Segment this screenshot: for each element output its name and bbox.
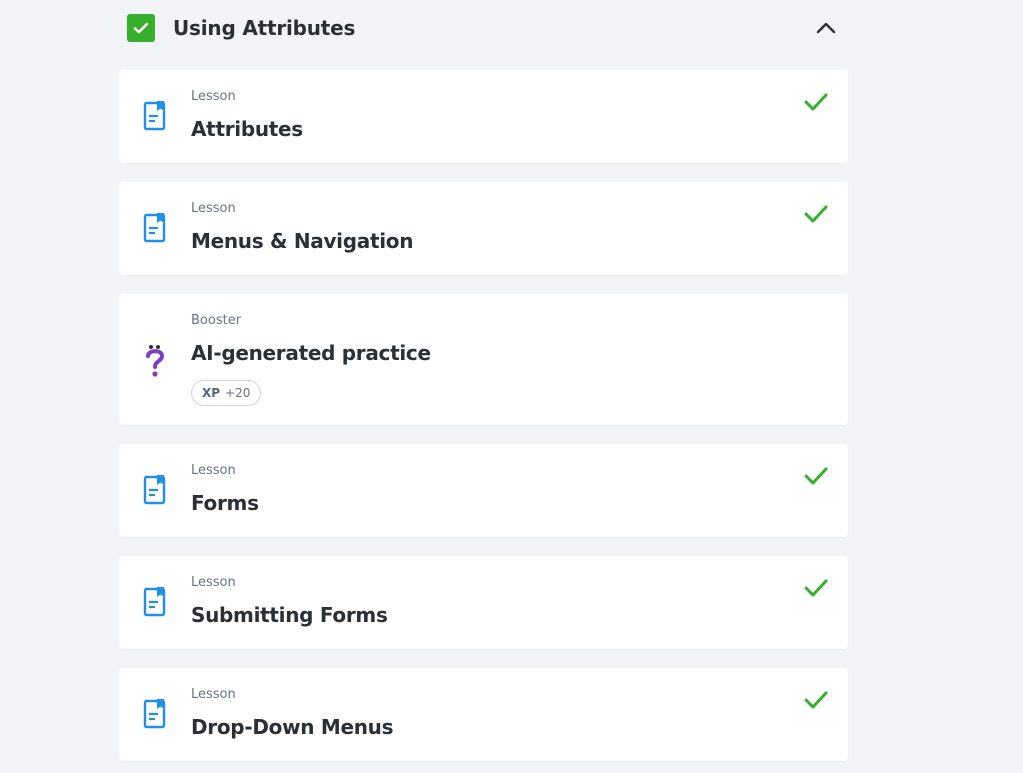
chevron-up-icon bbox=[816, 22, 836, 34]
item-title: Forms bbox=[191, 491, 259, 515]
checkmark-icon bbox=[804, 579, 828, 597]
item-title: Menus & Navigation bbox=[191, 229, 414, 253]
checkmark-icon bbox=[804, 691, 828, 709]
item-title: Drop-Down Menus bbox=[191, 715, 394, 739]
xp-value: +20 bbox=[225, 386, 251, 400]
item-type-label: Lesson bbox=[191, 463, 236, 478]
lesson-card[interactable]: Lesson Menus & Navigation bbox=[119, 182, 848, 275]
item-title: Submitting Forms bbox=[191, 603, 388, 627]
xp-label: XP bbox=[202, 386, 221, 400]
lesson-document-icon bbox=[143, 699, 166, 729]
section-header[interactable]: Using Attributes bbox=[127, 13, 839, 43]
item-title: Attributes bbox=[191, 117, 303, 141]
checkmark-icon bbox=[804, 93, 828, 111]
item-type-label: Lesson bbox=[191, 89, 236, 104]
lesson-card[interactable]: Lesson Forms bbox=[119, 444, 848, 537]
item-type-label: Lesson bbox=[191, 201, 236, 216]
section-title: Using Attributes bbox=[173, 16, 356, 40]
collapse-button[interactable] bbox=[813, 15, 839, 41]
lesson-document-icon bbox=[143, 101, 166, 131]
lesson-document-icon bbox=[143, 475, 166, 505]
item-type-label: Booster bbox=[191, 313, 242, 328]
question-mark-icon bbox=[146, 345, 165, 377]
lesson-document-icon bbox=[143, 587, 166, 617]
lesson-card[interactable]: Lesson Drop-Down Menus bbox=[119, 668, 848, 761]
checkmark-icon bbox=[804, 205, 828, 223]
lesson-card[interactable]: Lesson Submitting Forms bbox=[119, 556, 848, 649]
lesson-document-icon bbox=[143, 213, 166, 243]
topic-section: Using Attributes Lesson Attributes Lesso… bbox=[0, 0, 1023, 773]
lesson-card[interactable]: Lesson Attributes bbox=[119, 70, 848, 163]
booster-card[interactable]: Booster AI-generated practice XP +20 bbox=[119, 294, 848, 425]
item-title: AI-generated practice bbox=[191, 341, 431, 365]
checkbox-checked-icon bbox=[127, 14, 155, 42]
item-type-label: Lesson bbox=[191, 687, 236, 702]
xp-badge: XP +20 bbox=[191, 380, 262, 406]
item-type-label: Lesson bbox=[191, 575, 236, 590]
checkmark-icon bbox=[804, 467, 828, 485]
